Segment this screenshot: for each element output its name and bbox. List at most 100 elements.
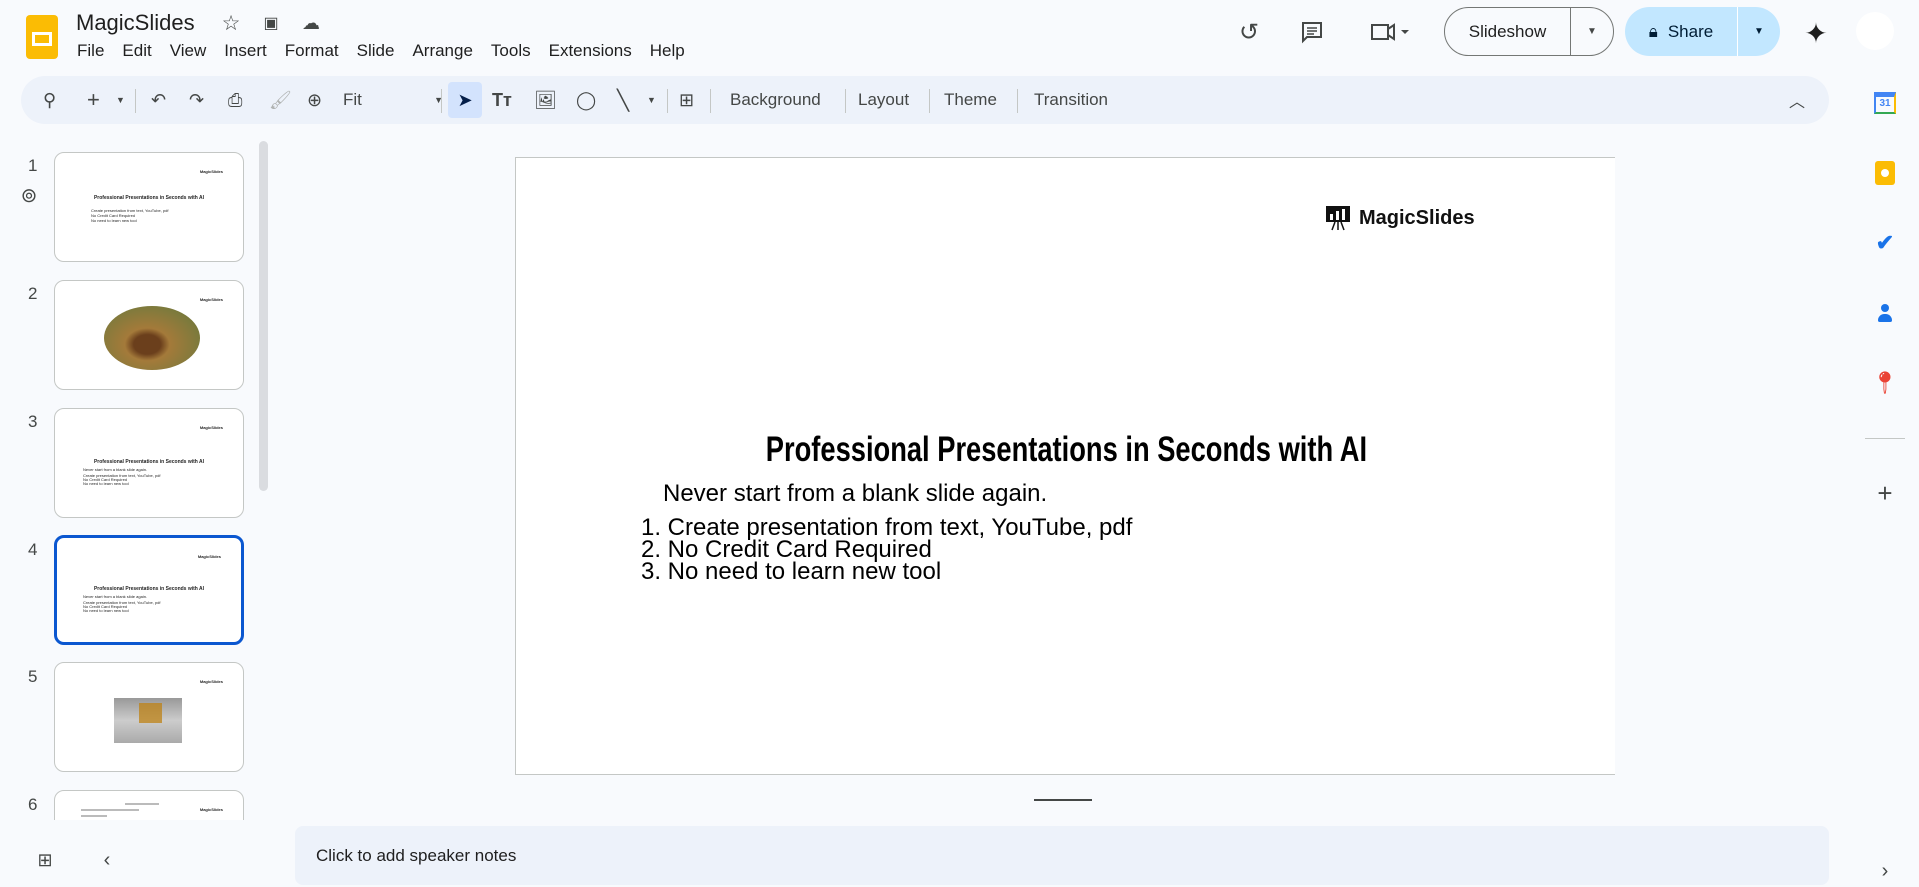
cloud-saved-icon[interactable]: ☁	[298, 10, 324, 36]
undo-icon[interactable]: ↶	[151, 76, 166, 124]
deer-image	[104, 306, 200, 370]
filmstrip: 1 ⊚ MagicSlides Professional Presentatio…	[0, 140, 280, 820]
share-options-button[interactable]: ▼	[1738, 7, 1780, 56]
deer-bw-image	[114, 698, 182, 743]
line-dropdown-icon[interactable]: ▼	[647, 76, 656, 124]
slide-number: 6	[28, 795, 38, 814]
side-panel-divider	[1865, 438, 1905, 439]
menu-arrange[interactable]: Arrange	[412, 41, 472, 61]
slide-thumbnail-2[interactable]: MagicSlides	[54, 280, 244, 390]
thumb-logo: MagicSlides	[197, 554, 221, 559]
slide-number: 1	[28, 156, 38, 175]
new-slide-icon[interactable]: +	[87, 76, 100, 124]
comments-icon[interactable]	[1297, 17, 1327, 47]
slideshow-button-group: Slideshow ▼	[1444, 7, 1614, 56]
zoom-select[interactable]: Fit ▼	[343, 76, 443, 124]
background-button[interactable]: Background	[730, 76, 821, 124]
notes-resize-handle[interactable]	[1034, 799, 1092, 801]
layout-button[interactable]: Layout	[858, 76, 909, 124]
thumb-bullet: No need to learn new tool	[83, 481, 129, 486]
calendar-icon[interactable]: 31	[1870, 88, 1900, 118]
presentation-board-icon	[1326, 206, 1350, 231]
collapse-filmstrip-icon[interactable]: ‹	[94, 847, 120, 873]
add-addon-icon[interactable]: +	[1870, 478, 1900, 508]
thumb-logo: MagicSlides	[199, 169, 223, 174]
menu-format[interactable]: Format	[285, 41, 339, 61]
meet-icon[interactable]	[1362, 17, 1418, 47]
filmstrip-scrollbar[interactable]	[259, 141, 268, 491]
list-item: 3. No need to learn new tool	[641, 558, 942, 585]
menu-help[interactable]: Help	[650, 41, 685, 61]
speaker-notes[interactable]: Click to add speaker notes	[295, 826, 1829, 885]
text-box-icon[interactable]: Tт	[492, 76, 512, 124]
slide-number: 3	[28, 412, 38, 431]
share-label: Share	[1667, 21, 1714, 41]
slide-subtitle[interactable]: Never start from a blank slide again.	[663, 480, 1047, 508]
redo-icon[interactable]: ↷	[189, 76, 204, 124]
version-history-icon[interactable]: ↺	[1234, 17, 1264, 47]
menu-tools[interactable]: Tools	[491, 41, 531, 61]
slide-number: 2	[28, 284, 38, 303]
collapse-toolbar-icon[interactable]: ︿	[1789, 76, 1805, 124]
linked-object-icon: ⊚	[20, 184, 38, 207]
add-comment-icon[interactable]: ⊞	[679, 76, 694, 124]
slide-title[interactable]: Professional Presentations in Seconds wi…	[516, 430, 1616, 470]
slide-thumbnail-4[interactable]: MagicSlides Professional Presentations i…	[54, 535, 244, 645]
magicslides-logo: MagicSlides	[1325, 205, 1475, 231]
move-folder-icon[interactable]: ▣	[258, 10, 284, 36]
document-title[interactable]: MagicSlides	[76, 10, 195, 36]
thumb-bullet: No need to learn new tool	[83, 608, 129, 613]
slide-list[interactable]: 1. Create presentation from text, YouTub…	[641, 516, 1132, 585]
thumb-logo: MagicSlides	[199, 297, 223, 302]
speaker-notes-placeholder: Click to add speaker notes	[316, 845, 517, 865]
menu-extensions[interactable]: Extensions	[549, 41, 632, 61]
slide-number: 4	[28, 540, 38, 559]
contacts-icon[interactable]	[1870, 298, 1900, 328]
slide-thumbnail-5[interactable]: MagicSlides	[54, 662, 244, 772]
grid-view-icon[interactable]: ⊞	[32, 847, 58, 873]
menu-edit[interactable]: Edit	[122, 41, 151, 61]
menu-file[interactable]: File	[77, 41, 104, 61]
paint-format-icon[interactable]: 🖌︎	[269, 76, 292, 124]
slide-number: 5	[28, 667, 38, 686]
new-slide-dropdown-icon[interactable]: ▼	[116, 76, 125, 124]
thumb-subtitle: Never start from a blank slide again.	[83, 594, 148, 599]
image-icon[interactable]: 🖼︎	[534, 76, 557, 124]
search-menus-icon[interactable]: ⚲	[43, 76, 56, 124]
shape-icon[interactable]: ◯	[576, 76, 596, 124]
slide-thumbnail-6[interactable]: MagicSlides	[54, 790, 244, 820]
tasks-icon[interactable]: ✔	[1870, 228, 1900, 258]
thumb-subtitle: Never start from a blank slide again.	[83, 467, 148, 472]
thumb-bullet: No need to learn new tool	[91, 218, 137, 223]
slideshow-options-button[interactable]: ▼	[1571, 8, 1613, 55]
theme-button[interactable]: Theme	[944, 76, 997, 124]
gemini-icon[interactable]: ✦	[1800, 17, 1832, 49]
slide-canvas[interactable]: MagicSlides Professional Presentations i…	[515, 157, 1615, 775]
thumb-title: Professional Presentations in Seconds wi…	[93, 459, 205, 465]
transition-button[interactable]: Transition	[1034, 76, 1108, 124]
print-icon[interactable]: ⎙	[228, 76, 242, 124]
toolbar: ⚲ + ▼ ↶ ↷ ⎙ 🖌︎ ⊕ Fit ▼ ➤ Tт 🖼︎ ◯ ╲ ▼ ⊞ B…	[21, 76, 1829, 124]
avatar[interactable]	[1856, 12, 1894, 50]
thumb-title: Professional Presentations in Seconds wi…	[93, 195, 205, 201]
share-button[interactable]: 🔒︎ Share	[1625, 7, 1738, 56]
slide-thumbnail-3[interactable]: MagicSlides Professional Presentations i…	[54, 408, 244, 518]
line-icon[interactable]: ╲	[617, 76, 629, 124]
maps-icon[interactable]: 📍︎	[1870, 368, 1900, 398]
menu-insert[interactable]: Insert	[224, 41, 267, 61]
star-icon[interactable]: ☆	[218, 10, 244, 36]
slide-thumbnail-1[interactable]: MagicSlides Professional Presentations i…	[54, 152, 244, 262]
zoom-icon[interactable]: ⊕	[307, 76, 322, 124]
menu-slide[interactable]: Slide	[357, 41, 395, 61]
select-tool-icon[interactable]: ➤	[448, 82, 482, 118]
thumb-logo: MagicSlides	[199, 807, 223, 812]
menu-view[interactable]: View	[170, 41, 207, 61]
slideshow-button[interactable]: Slideshow	[1445, 8, 1571, 55]
keep-icon[interactable]	[1870, 158, 1900, 188]
zoom-value: Fit	[343, 90, 362, 109]
thumb-logo: MagicSlides	[199, 425, 223, 430]
thumb-logo: MagicSlides	[199, 679, 223, 684]
lock-icon: 🔒︎	[1648, 21, 1658, 41]
slides-logo[interactable]	[26, 15, 58, 59]
expand-side-panel-icon[interactable]: ›	[1870, 856, 1900, 886]
